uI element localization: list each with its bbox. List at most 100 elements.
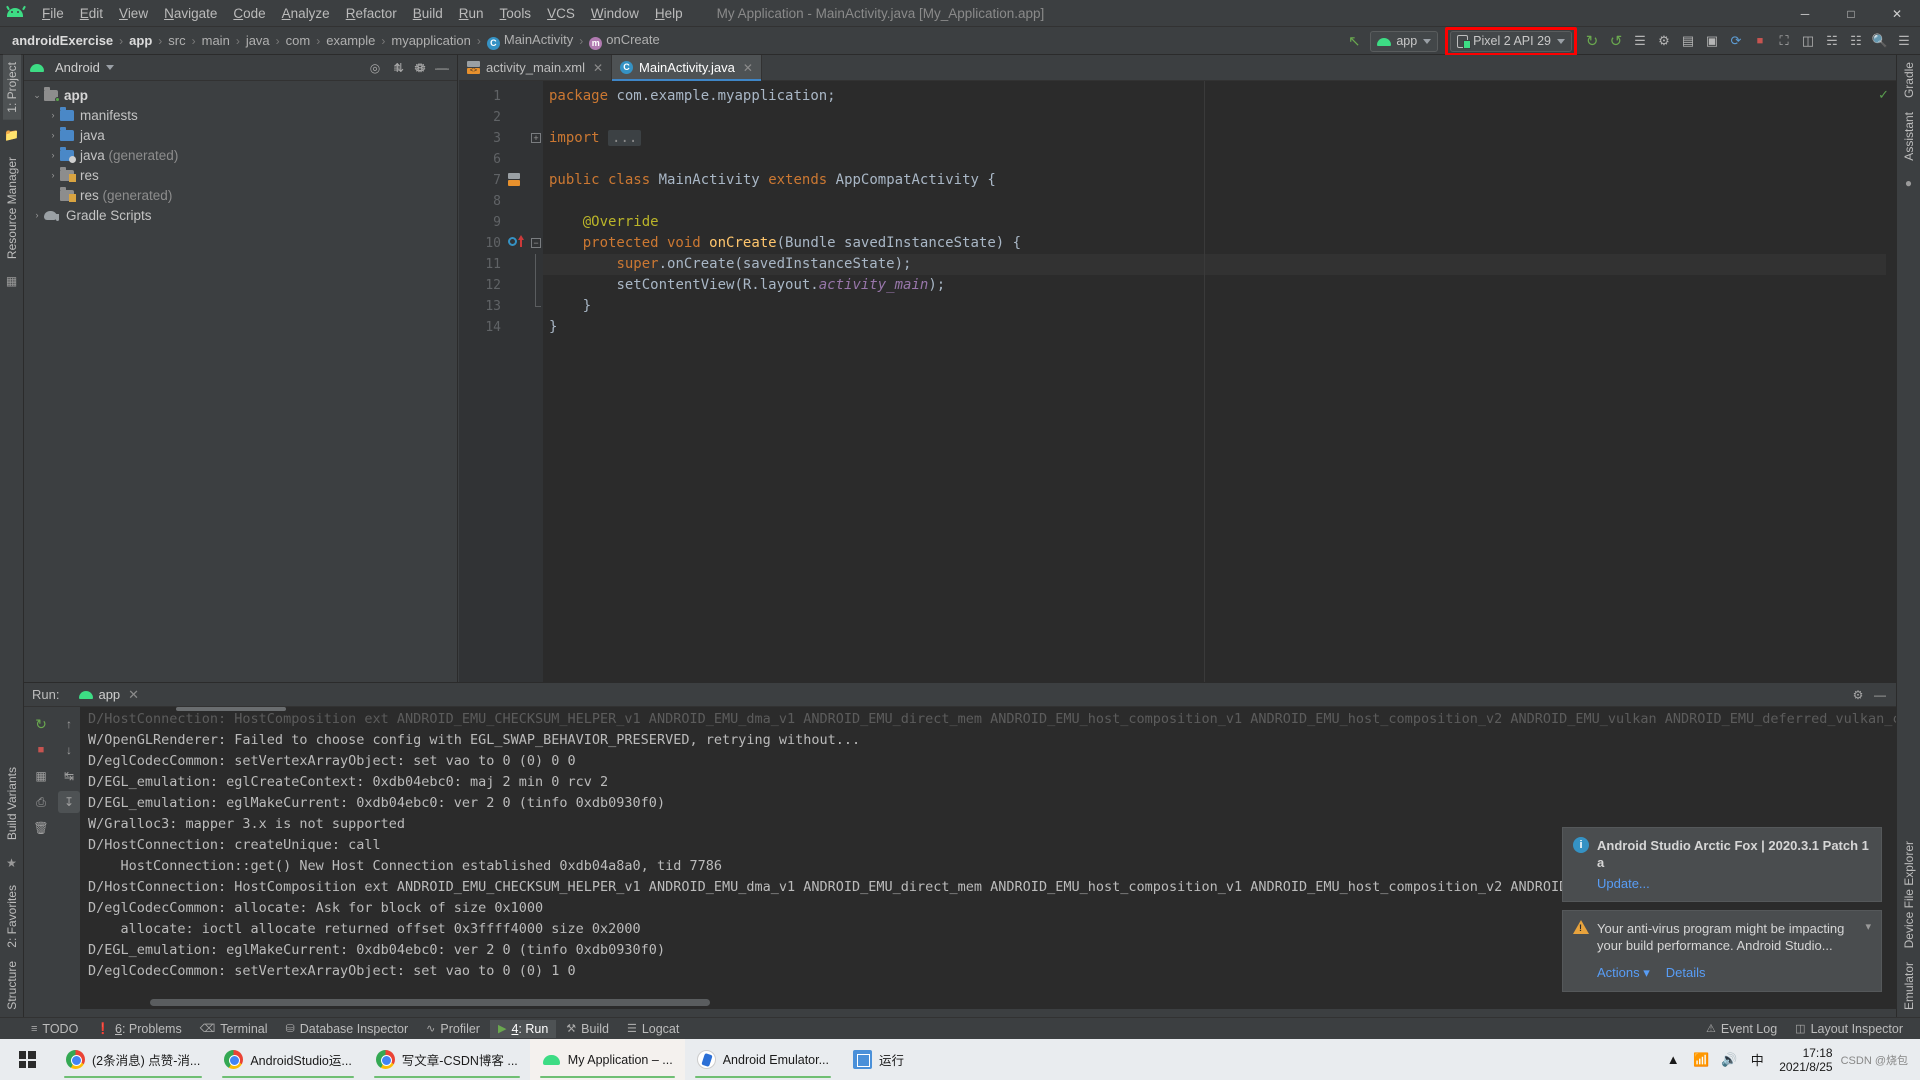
close-button[interactable]: ✕	[1874, 0, 1920, 27]
coverage-icon[interactable]: ▣	[1701, 30, 1723, 52]
gutter-mark[interactable]	[507, 86, 529, 107]
fold-marker[interactable]	[529, 296, 543, 317]
menu-item-navigate[interactable]: Navigate	[156, 3, 225, 24]
gutter-mark[interactable]	[507, 149, 529, 170]
dump-threads-icon[interactable]: ▦	[30, 765, 52, 787]
layout-inspector-icon[interactable]: ◫	[1797, 30, 1819, 52]
attach-debugger-icon[interactable]: ▤	[1677, 30, 1699, 52]
fold-collapse-icon[interactable]: −	[531, 238, 541, 248]
gutter-mark[interactable]	[507, 212, 529, 233]
gutter-mark[interactable]	[507, 128, 529, 149]
code-line[interactable]: setContentView(R.layout.activity_main);	[543, 275, 1896, 296]
taskbar-item[interactable]: (2条消息) 点赞-消...	[54, 1039, 212, 1080]
code-editor[interactable]: 1 2 3 6 7 8 9 10 11 12 13 14 + − package com.example…	[459, 81, 1896, 682]
tree-node-java[interactable]: › java (generated)	[24, 145, 457, 165]
fold-expand-icon[interactable]: +	[531, 133, 541, 143]
scroll-down-icon[interactable]: ↓	[58, 739, 80, 761]
menu-item-window[interactable]: Window	[583, 3, 647, 24]
code-line[interactable]: }	[543, 317, 1896, 338]
tool-window-database-inspector[interactable]: ⛁ Database Inspector	[278, 1020, 417, 1038]
menu-item-view[interactable]: View	[111, 3, 156, 24]
breadcrumb-item-example[interactable]: example	[324, 32, 377, 49]
volume-icon[interactable]: 🔊	[1715, 1052, 1743, 1068]
menu-item-edit[interactable]: Edit	[72, 3, 111, 24]
editor-tab-activity_main-xml[interactable]: <> activity_main.xml ✕	[459, 55, 613, 80]
tool-event-log[interactable]: ⚠ Event Log	[1698, 1020, 1785, 1038]
tree-expand-arrow[interactable]: ›	[46, 110, 60, 120]
fold-marker[interactable]: −	[529, 233, 543, 254]
scroll-to-end-icon[interactable]: ↧	[58, 791, 80, 813]
tree-node-app[interactable]: ⌄ app	[24, 85, 457, 105]
fold-marker[interactable]	[529, 170, 543, 191]
stop-icon[interactable]: ■	[30, 739, 52, 761]
console-top-scrollbar[interactable]	[176, 707, 286, 711]
chevron-down-icon[interactable]: ▾	[1865, 920, 1871, 933]
menu-item-help[interactable]: Help	[647, 3, 691, 24]
profile-icon[interactable]: ⚙	[1653, 30, 1675, 52]
run-icon[interactable]: ↻	[1581, 30, 1603, 52]
editor-tab-mainactivity-java[interactable]: C MainActivity.java ✕	[612, 55, 762, 81]
tool-window-logcat[interactable]: ☰ Logcat	[619, 1020, 687, 1038]
fold-marker[interactable]	[529, 149, 543, 170]
close-icon[interactable]: ✕	[593, 61, 603, 75]
folder-icon[interactable]: 📁	[3, 126, 21, 144]
breadcrumb-item-java[interactable]: java	[244, 32, 272, 49]
sidebar-tab-build-variants[interactable]: Build Variants	[3, 760, 21, 847]
run-configuration-selector[interactable]: app	[1370, 30, 1439, 52]
tree-node-java[interactable]: › java	[24, 125, 457, 145]
settings-icon[interactable]: ⚙	[1848, 685, 1868, 705]
sidebar-tab-emulator[interactable]: Emulator	[1900, 955, 1918, 1017]
tree-expand-arrow[interactable]: ›	[30, 210, 44, 220]
breadcrumb-item-myapplication[interactable]: myapplication	[389, 32, 473, 49]
gutter-mark[interactable]	[507, 107, 529, 128]
breadcrumb-item-com[interactable]: com	[284, 32, 313, 49]
details-link[interactable]: Details	[1666, 965, 1706, 981]
sidebar-tab-project[interactable]: 1: Project	[2, 55, 21, 120]
ime-icon[interactable]: 中	[1743, 1050, 1771, 1069]
device-selector[interactable]: Pixel 2 API 29	[1450, 30, 1572, 52]
breadcrumb-item-app[interactable]: app	[127, 32, 154, 49]
tree-expand-arrow[interactable]: ›	[46, 170, 60, 180]
tree-node-gradle-scripts[interactable]: › Gradle Scripts	[24, 205, 457, 225]
tool-window-todo[interactable]: ≡ TODO	[23, 1020, 86, 1038]
menu-item-refactor[interactable]: Refactor	[338, 3, 405, 24]
star-icon[interactable]: ★	[3, 854, 21, 872]
code-line[interactable]	[543, 107, 1896, 128]
sync-project-icon[interactable]: ⟳	[1725, 30, 1747, 52]
sidebar-tab-favorites[interactable]: 2: Favorites	[3, 878, 21, 955]
avd-manager-icon[interactable]: ⛶	[1773, 30, 1795, 52]
code-line[interactable]: import ...	[543, 128, 1896, 149]
print-icon[interactable]: ⎙	[30, 791, 52, 813]
settings-icon[interactable]: ☰	[1893, 30, 1915, 52]
taskbar-item[interactable]: 写文章-CSDN博客 ...	[364, 1039, 530, 1080]
gutter-mark[interactable]	[507, 317, 529, 338]
sidebar-tab-resource-manager[interactable]: Resource Manager	[3, 150, 21, 266]
settings-icon[interactable]: ⚙	[411, 58, 431, 78]
sidebar-tab-assistant[interactable]: Assistant	[1900, 105, 1918, 168]
close-icon[interactable]: ✕	[128, 687, 139, 703]
breadcrumb-item-oncreate[interactable]: m onCreate	[587, 31, 661, 51]
menu-item-run[interactable]: Run	[451, 3, 492, 24]
debug-icon[interactable]: ↺	[1605, 30, 1627, 52]
notification-update[interactable]: i Android Studio Arctic Fox | 2020.3.1 P…	[1562, 827, 1882, 902]
project-structure-icon[interactable]: ☷	[1845, 30, 1867, 52]
apply-changes-icon[interactable]: ☰	[1629, 30, 1651, 52]
menu-item-build[interactable]: Build	[405, 3, 451, 24]
clear-all-icon[interactable]: 🗑	[30, 817, 52, 839]
breadcrumb-item-mainactivity[interactable]: C MainActivity	[485, 31, 575, 51]
overriding-method-icon[interactable]	[508, 237, 517, 246]
fold-marker[interactable]	[529, 86, 543, 107]
breadcrumb-item-androidexercise[interactable]: androidExercise	[10, 32, 115, 49]
code-lines[interactable]: package com.example.myapplication; impor…	[543, 81, 1896, 682]
hide-icon[interactable]: —	[433, 58, 453, 78]
tool-window-build[interactable]: ⚒ Build	[558, 1020, 617, 1038]
fold-marker[interactable]: +	[529, 128, 543, 149]
start-button[interactable]	[0, 1039, 54, 1080]
tool-window-problems[interactable]: ❗ 6: Problems	[88, 1020, 189, 1038]
related-layout-icon[interactable]	[508, 173, 520, 186]
soft-wrap-icon[interactable]: ↹	[58, 765, 80, 787]
maximize-button[interactable]: □	[1828, 0, 1874, 27]
device-file-explorer-icon[interactable]: ☵	[1821, 30, 1843, 52]
gutter-mark[interactable]	[507, 296, 529, 317]
tool-layout-inspector[interactable]: ◫ Layout Inspector	[1787, 1020, 1911, 1038]
